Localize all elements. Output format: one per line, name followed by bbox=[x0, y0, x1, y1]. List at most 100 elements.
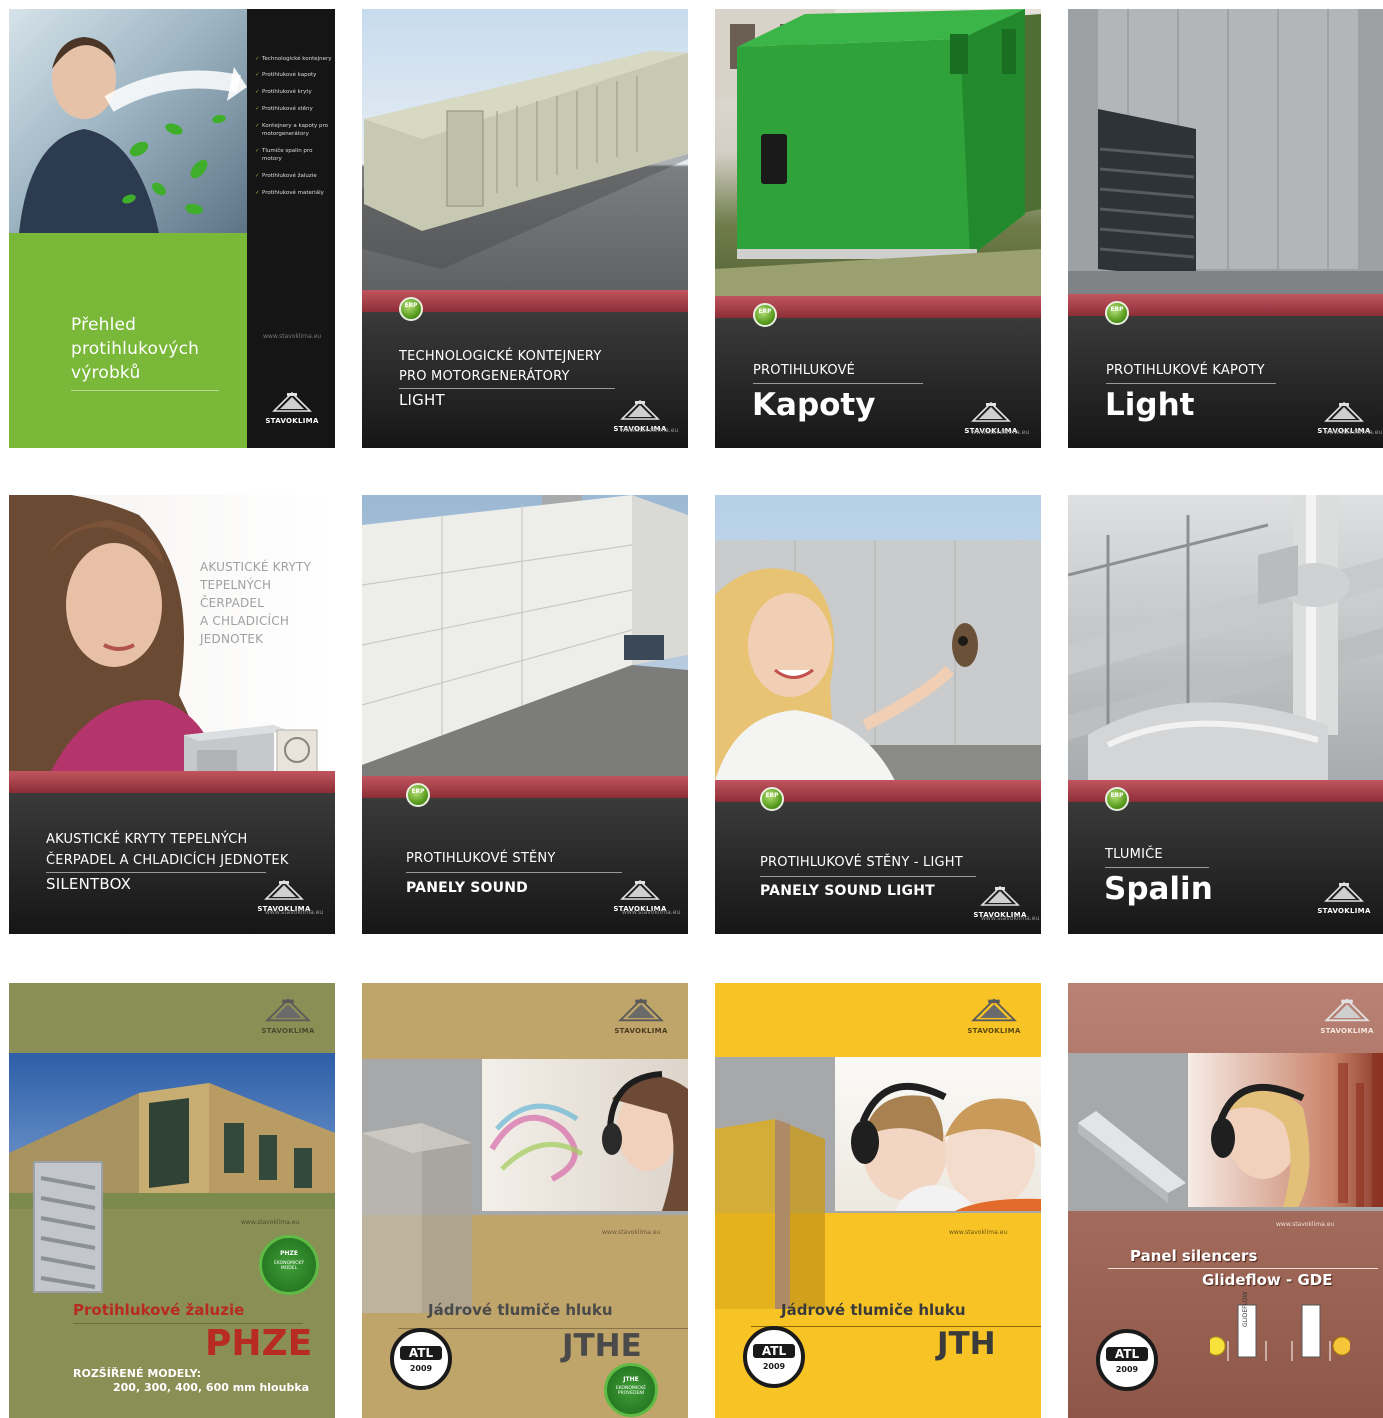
cover-panely-sound-light[interactable]: ERP PROTIHLUKOVÉ STĚNY - LIGHT PANELY SO… bbox=[715, 495, 1041, 934]
atl-seal: ATL 2009 bbox=[390, 1328, 452, 1390]
stavoklima-logo: STAVOKLIMA bbox=[1312, 997, 1382, 1035]
woman-headphones-illustration bbox=[1211, 1053, 1383, 1207]
silencer-product bbox=[362, 1123, 472, 1313]
economic-seal: JTHE EKONOMICKÉ PROVEDENÍ bbox=[604, 1363, 658, 1417]
exhaust-silencer-illustration bbox=[1068, 495, 1383, 781]
stavoklima-logo: STAVOKLIMA bbox=[1314, 881, 1374, 915]
cover-photo bbox=[482, 1059, 688, 1211]
cover-title: LIGHT bbox=[399, 391, 445, 409]
menu-item[interactable]: ✓ Kontejnery a kapoty pro motorgenerátory bbox=[255, 122, 333, 138]
title-underline bbox=[753, 383, 923, 384]
stavoklima-logo: STAVOKLIMA bbox=[254, 879, 314, 913]
title-underline bbox=[399, 388, 615, 389]
cover-kapoty[interactable]: ERP PROTIHLUKOVÉ Kapoty STAVOKLIMA www.s… bbox=[715, 9, 1041, 448]
cover-jthe[interactable]: STAVOKLIMA www.stavoklima.eu Jádrové tlu… bbox=[362, 983, 688, 1418]
cover-subtitle: PROTIHLUKOVÉ bbox=[753, 363, 856, 378]
website-url: www.stavoklima.eu bbox=[1324, 429, 1383, 436]
website-url: www.stavoklima.eu bbox=[620, 427, 679, 434]
erp-badge: ERP bbox=[406, 783, 430, 807]
website-url: www.stavoklima.eu bbox=[949, 1229, 1008, 1236]
logo-icon bbox=[272, 391, 312, 413]
cover-silentbox[interactable]: AKUSTICKÉ KRYTY TEPELNÝCH ČERPADEL A CHL… bbox=[9, 495, 335, 934]
menu-item[interactable]: ✓ Protihlukové kapoty bbox=[255, 71, 333, 79]
cover-subtitle: PROTIHLUKOVÉ STĚNY - LIGHT bbox=[760, 855, 963, 870]
website-url: www.stavoklima.eu bbox=[981, 915, 1040, 922]
cover-title: Přehled protihlukových výrobků bbox=[71, 315, 200, 383]
cover-tlumice-spalin[interactable]: ERP TLUMIČE Spalin STAVOKLIMA bbox=[1068, 495, 1383, 934]
cover-kapoty-light[interactable]: ERP PROTIHLUKOVÉ KAPOTY Light STAVOKLIMA… bbox=[1068, 9, 1383, 448]
website-url: www.stavoklima.eu bbox=[265, 909, 324, 916]
glideflow-diagram bbox=[1210, 1304, 1350, 1361]
accent-band bbox=[9, 771, 335, 793]
stavoklima-logo: STAVOKLIMA bbox=[262, 391, 322, 425]
louver-product bbox=[33, 1161, 103, 1293]
logo-icon bbox=[971, 997, 1017, 1023]
title-underline bbox=[398, 1328, 688, 1329]
cover-title: JTH bbox=[937, 1326, 996, 1362]
logo-icon bbox=[980, 885, 1020, 907]
cover-glideflow[interactable]: STAVOKLIMA www.stavoklima.eu Panel silen… bbox=[1068, 983, 1383, 1418]
cover-photo bbox=[835, 1057, 1041, 1211]
steel-canopy-illustration bbox=[1068, 9, 1383, 295]
cover-title: Light bbox=[1105, 387, 1195, 423]
extension-line-2: 200, 300, 400, 600 mm hloubka bbox=[113, 1381, 310, 1394]
extension-line-1: ROZŠÍŘENÉ MODELY: bbox=[73, 1367, 201, 1380]
stavoklima-logo: STAVOKLIMA bbox=[610, 879, 670, 913]
menu-item[interactable]: ✓ Protihlukové materiály bbox=[255, 189, 333, 197]
cover-title: Spalin bbox=[1104, 871, 1213, 907]
cover-prehled[interactable]: ✓ Technologické kontejnery ✓ Protihlukové … bbox=[9, 9, 335, 448]
menu-item[interactable]: ✓ Technologické kontejnery bbox=[255, 55, 333, 63]
erp-badge: ERP bbox=[399, 297, 423, 321]
cover-photo bbox=[1068, 9, 1383, 295]
panel-silencer-product bbox=[1078, 1111, 1186, 1203]
logo-icon bbox=[265, 997, 311, 1023]
cover-subtitle: Jádrové tlumiče hluku bbox=[781, 1301, 966, 1319]
logo-icon bbox=[1324, 401, 1364, 423]
cover-panely-sound[interactable]: ERP PROTIHLUKOVÉ STĚNY PANELY SOUND STAV… bbox=[362, 495, 688, 934]
website-url: www.stavoklima.eu bbox=[1276, 1221, 1335, 1228]
logo-icon bbox=[618, 997, 664, 1023]
stavoklima-logo: STAVOKLIMA bbox=[970, 885, 1030, 919]
cover-subtitle: PROTIHLUKOVÉ STĚNY bbox=[406, 851, 556, 866]
logo-icon bbox=[264, 879, 304, 901]
website-url: www.stavoklima.eu bbox=[602, 1229, 661, 1236]
logo-icon bbox=[620, 879, 660, 901]
cover-title: JTHE bbox=[562, 1328, 642, 1364]
erp-badge: ERP bbox=[1105, 787, 1129, 811]
silencer-product bbox=[715, 1119, 825, 1309]
container-illustration bbox=[362, 51, 688, 269]
cover-photo bbox=[715, 495, 1041, 781]
cover-jth[interactable]: STAVOKLIMA www.stavoklima.eu Jádrové tlu… bbox=[715, 983, 1041, 1418]
title-underline bbox=[751, 1326, 1041, 1327]
cover-subtitle: AKUSTICKÉ KRYTY TEPELNÝCH ČERPADEL A CHL… bbox=[46, 832, 289, 868]
cover-title: Panel silencers bbox=[1130, 1247, 1258, 1265]
cover-subtitle: Protihlukové žaluzie bbox=[73, 1301, 245, 1319]
website-url: www.stavoklima.eu bbox=[971, 429, 1030, 436]
menu-item[interactable]: ✓ Protihlukové kryty bbox=[255, 88, 333, 96]
noise-wall-illustration bbox=[362, 495, 688, 777]
menu-item[interactable]: ✓ Protihlukové stěny bbox=[255, 105, 333, 113]
side-menu: ✓ Technologické kontejnery ✓ Protihlukové … bbox=[255, 55, 333, 197]
cover-title: SILENTBOX bbox=[46, 875, 132, 893]
title-underline bbox=[1106, 383, 1276, 384]
cover-kontejnery[interactable]: ERP TECHNOLOGICKÉ KONTEJNERY PRO MOTORGE… bbox=[362, 9, 688, 448]
title-underline bbox=[1105, 867, 1209, 868]
stavoklima-logo: STAVOKLIMA bbox=[253, 997, 323, 1035]
canopy-illustration bbox=[715, 9, 1041, 297]
cover-title: PANELY SOUND bbox=[406, 880, 528, 896]
woman-headphones-illustration bbox=[489, 1071, 688, 1211]
cover-title: PANELY SOUND LIGHT bbox=[760, 883, 935, 899]
menu-item[interactable]: ✓ Protihlukové žaluzie bbox=[255, 172, 333, 180]
cover-phze[interactable]: STAVOKLIMA www.stavoklima.eu PHZE EKONOM… bbox=[9, 983, 335, 1418]
cover-photo bbox=[1188, 1053, 1383, 1207]
stavoklima-logo: STAVOKLIMA bbox=[959, 997, 1029, 1035]
website-url: www.stavoklima.eu bbox=[622, 909, 681, 916]
title-underline bbox=[71, 390, 219, 391]
side-caption: AKUSTICKÉ KRYTY TEPELNÝCH ČERPADEL A CHL… bbox=[200, 560, 312, 646]
children-headphones-illustration bbox=[851, 1082, 1041, 1211]
title-underline bbox=[46, 872, 266, 873]
cover-subtitle: PROTIHLUKOVÉ KAPOTY bbox=[1106, 363, 1265, 378]
menu-item[interactable]: ✓ Tlumiče spalin pro motory bbox=[255, 147, 333, 163]
cover-title: Kapoty bbox=[752, 387, 876, 423]
cover-subtitle: Glideflow - GDE bbox=[1202, 1271, 1333, 1289]
